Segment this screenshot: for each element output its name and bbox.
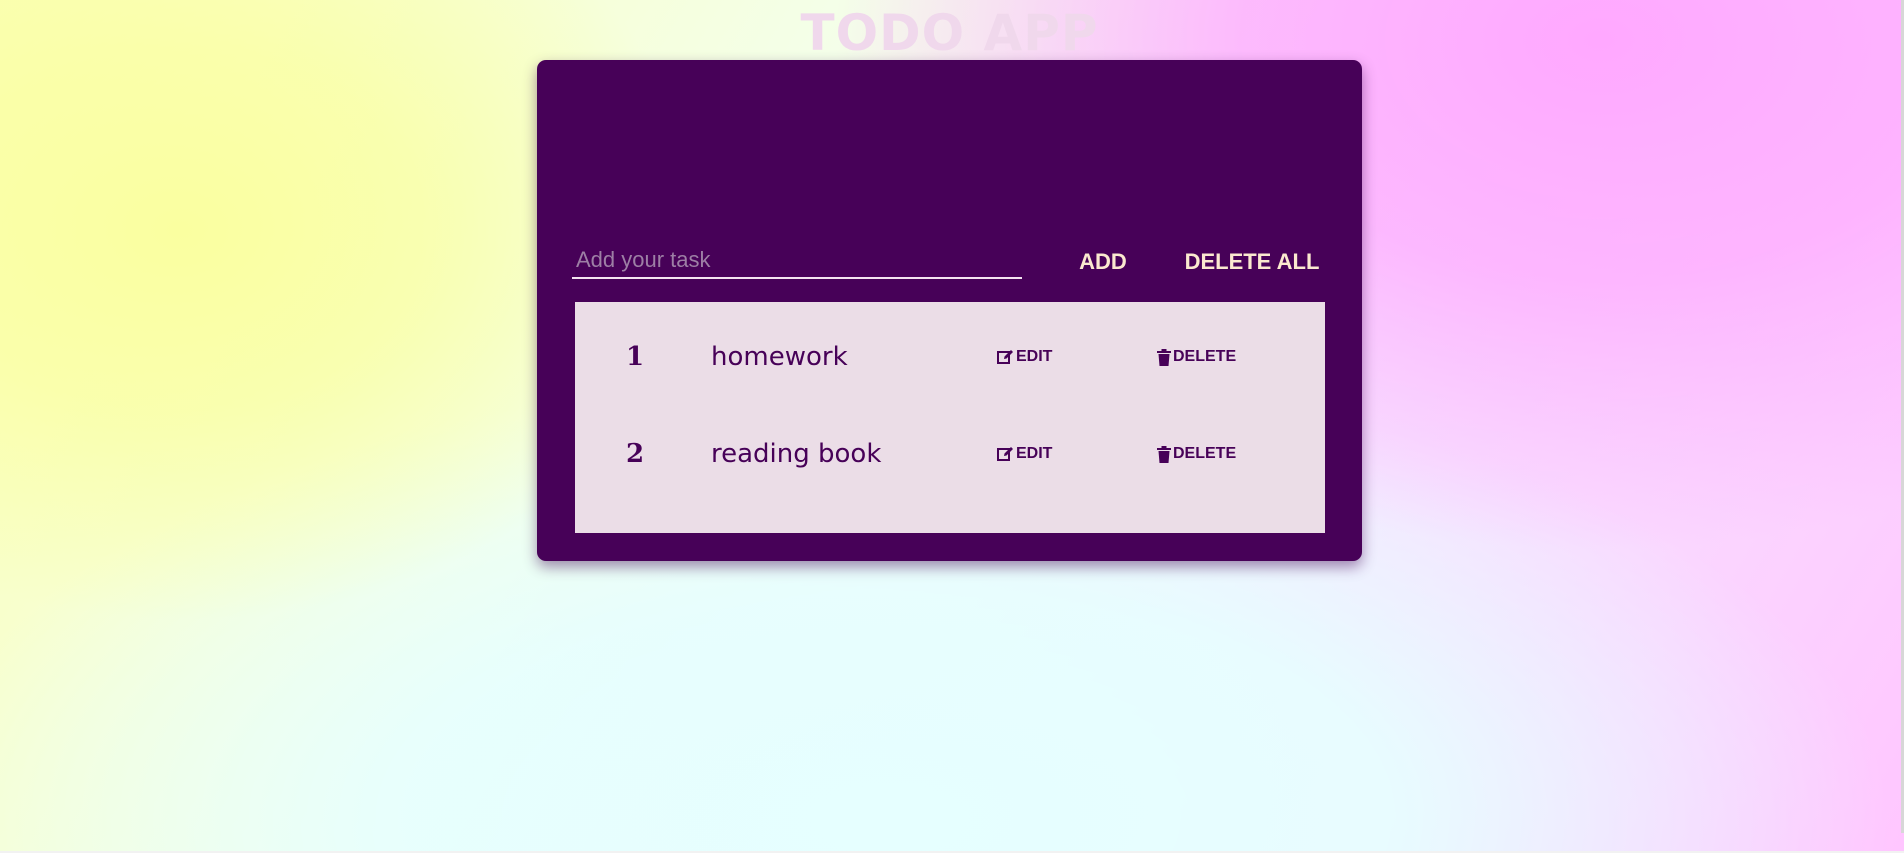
todo-card: TODO APP ADD DELETE ALL 1 homework EDIT <box>537 4 1362 561</box>
task-number: 1 <box>625 342 645 372</box>
edit-icon <box>997 446 1014 462</box>
app-title: TODO APP <box>800 4 1099 62</box>
edit-icon <box>997 349 1014 365</box>
edit-button[interactable]: EDIT <box>997 442 1052 466</box>
edit-label: EDIT <box>1016 445 1053 462</box>
delete-all-button[interactable]: DELETE ALL <box>1159 244 1345 280</box>
delete-button[interactable]: DELETE <box>1157 442 1236 466</box>
trash-icon <box>1157 445 1171 463</box>
edit-button[interactable]: EDIT <box>997 345 1052 369</box>
delete-button[interactable]: DELETE <box>1157 345 1236 369</box>
trash-icon <box>1157 348 1171 366</box>
delete-label: DELETE <box>1173 348 1237 365</box>
task-list: 1 homework EDIT DELETE 2 reading book ED… <box>575 302 1325 533</box>
delete-label: DELETE <box>1173 445 1237 462</box>
edit-label: EDIT <box>1016 348 1053 365</box>
task-text: homework <box>711 342 848 372</box>
task-row: 1 homework EDIT DELETE <box>575 327 1325 387</box>
task-number: 2 <box>625 439 645 469</box>
add-button[interactable]: ADD <box>1065 244 1141 280</box>
task-input[interactable] <box>572 243 1022 279</box>
task-row: 2 reading book EDIT DELETE <box>575 424 1325 484</box>
task-text: reading book <box>711 439 882 469</box>
